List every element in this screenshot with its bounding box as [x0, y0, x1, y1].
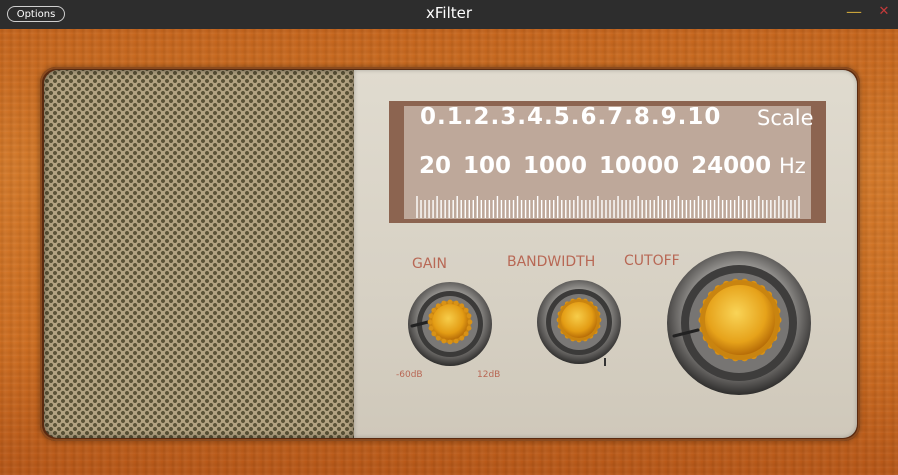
options-button[interactable]: Options	[7, 6, 65, 22]
knob-tooth	[428, 313, 434, 319]
knob-tooth	[441, 338, 447, 344]
knob-tooth	[428, 325, 434, 331]
title-bar: Options xFilter — ✕	[0, 0, 898, 30]
knob-tooth	[466, 325, 472, 331]
knob-tooth	[467, 319, 473, 325]
gain-knob-cap	[429, 301, 471, 343]
window-title: xFilter	[425, 4, 473, 22]
minimize-icon[interactable]: —	[846, 4, 862, 20]
hz-label: Hz	[779, 154, 806, 178]
knob-tooth	[435, 303, 441, 309]
scale-label: Scale	[757, 106, 814, 130]
knob-tooth	[431, 307, 437, 313]
bandwidth-knob[interactable]	[535, 278, 623, 366]
scale-numbers: 0.1.2.3.4.5.6.7.8.9.10	[420, 104, 722, 130]
knob-tooth	[447, 339, 453, 345]
cutoff-knob[interactable]	[664, 248, 814, 398]
knob-tooth	[447, 299, 453, 305]
knob-tooth	[466, 313, 472, 319]
knob-tooth	[453, 300, 459, 306]
knob-tooth	[431, 331, 437, 337]
knob-tooth	[435, 335, 441, 341]
frequency-numbers: 20 100 1000 10000 24000	[419, 153, 772, 179]
frequency-tick-marks	[416, 196, 800, 218]
bandwidth-label: BANDWIDTH	[507, 254, 596, 270]
knob-tooth	[427, 319, 433, 325]
speaker-grille	[44, 70, 354, 438]
gain-min-label: -60dB	[396, 370, 423, 380]
knob-tooth	[463, 307, 469, 313]
gain-knob[interactable]	[406, 280, 494, 368]
close-icon[interactable]: ✕	[876, 4, 892, 20]
gain-max-label: 12dB	[477, 370, 501, 380]
knob-tooth	[453, 338, 459, 344]
knob-tooth	[459, 335, 465, 341]
knob-tooth	[441, 300, 447, 306]
knob-tooth	[459, 303, 465, 309]
gain-label: GAIN	[412, 256, 448, 272]
knob-tooth	[463, 331, 469, 337]
